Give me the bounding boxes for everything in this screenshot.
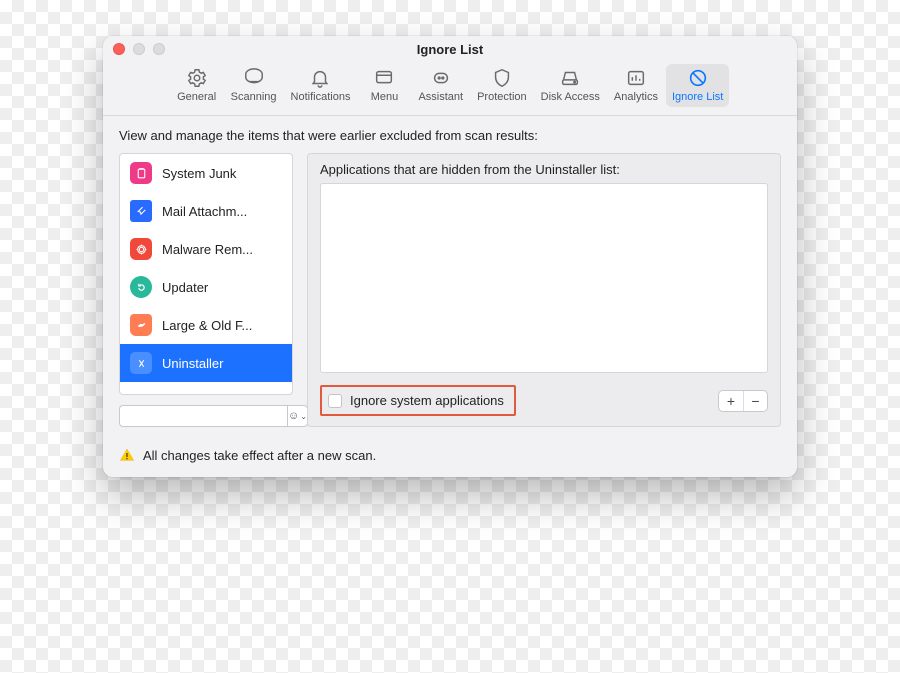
minimize-window-button[interactable]	[133, 43, 145, 55]
system-junk-icon	[130, 162, 152, 184]
preferences-tabs: General Scanning Notifications Menu Assi	[103, 62, 797, 116]
minus-icon: −	[751, 393, 759, 409]
tab-label: Scanning	[231, 91, 277, 103]
prohibit-icon	[687, 68, 709, 88]
bell-icon	[309, 68, 331, 88]
zoom-window-button[interactable]	[153, 43, 165, 55]
titlebar: Ignore List	[103, 36, 797, 62]
tab-label: Ignore List	[672, 91, 723, 103]
tab-label: General	[177, 91, 216, 103]
panes: System Junk Mail Attachm... Malware Rem.…	[119, 153, 781, 427]
sidebar-item-label: Large & Old F...	[162, 318, 252, 333]
tab-label: Assistant	[418, 91, 463, 103]
filter-input[interactable]	[119, 405, 287, 427]
sidebar-item-uninstaller[interactable]: Uninstaller	[120, 344, 292, 382]
tab-disk-access[interactable]: Disk Access	[535, 64, 606, 107]
sidebar: System Junk Mail Attachm... Malware Rem.…	[119, 153, 293, 427]
window-controls	[113, 43, 165, 55]
menu-icon	[373, 68, 395, 88]
tab-assistant[interactable]: Assistant	[412, 64, 469, 107]
sidebar-item-label: Updater	[162, 280, 208, 295]
tab-protection[interactable]: Protection	[471, 64, 533, 107]
tab-label: Analytics	[614, 91, 658, 103]
updater-icon	[130, 276, 152, 298]
main-panel: Applications that are hidden from the Un…	[307, 153, 781, 427]
smiley-icon: ☺	[288, 410, 299, 422]
add-button[interactable]: +	[719, 391, 743, 411]
footer-text: All changes take effect after a new scan…	[143, 448, 376, 463]
content-area: View and manage the items that were earl…	[103, 116, 797, 437]
preferences-window: Ignore List General Scanning Notificatio…	[103, 36, 797, 477]
sidebar-item-malware-removal[interactable]: Malware Rem...	[120, 230, 292, 268]
remove-button[interactable]: −	[743, 391, 767, 411]
add-remove-group: + −	[718, 390, 768, 412]
tab-label: Protection	[477, 91, 527, 103]
excluded-apps-list[interactable]	[320, 183, 768, 373]
panel-footer: Ignore system applications + −	[320, 385, 768, 416]
ignore-system-apps-checkbox[interactable]	[328, 394, 342, 408]
tab-notifications[interactable]: Notifications	[285, 64, 357, 107]
sidebar-item-label: Malware Rem...	[162, 242, 253, 257]
tab-label: Disk Access	[541, 91, 600, 103]
uninstaller-icon	[130, 352, 152, 374]
folder-icon	[130, 314, 152, 336]
main-heading: Applications that are hidden from the Un…	[320, 162, 768, 177]
disk-icon	[559, 68, 581, 88]
footer: All changes take effect after a new scan…	[103, 437, 797, 477]
sidebar-item-label: Mail Attachm...	[162, 204, 247, 219]
sidebar-item-label: System Junk	[162, 166, 236, 181]
monitor-icon	[243, 68, 265, 88]
sidebar-item-system-junk[interactable]: System Junk	[120, 154, 292, 192]
filter-row: ☺ ⌄	[119, 405, 293, 427]
window-title: Ignore List	[103, 42, 797, 57]
plus-icon: +	[727, 393, 735, 409]
ignore-system-apps-highlight: Ignore system applications	[320, 385, 516, 416]
assistant-icon	[430, 68, 452, 88]
shield-icon	[491, 68, 513, 88]
tab-label: Notifications	[291, 91, 351, 103]
checkbox-label: Ignore system applications	[350, 393, 504, 408]
chart-icon	[625, 68, 647, 88]
malware-icon	[130, 238, 152, 260]
gear-icon	[186, 68, 208, 88]
tab-menu[interactable]: Menu	[358, 64, 410, 107]
tab-general[interactable]: General	[171, 64, 223, 107]
sidebar-item-label: Uninstaller	[162, 356, 223, 371]
chevron-down-icon: ⌄	[300, 412, 307, 421]
tab-ignore-list[interactable]: Ignore List	[666, 64, 729, 107]
tab-analytics[interactable]: Analytics	[608, 64, 664, 107]
filter-dropdown-button[interactable]: ☺ ⌄	[287, 405, 308, 427]
category-list: System Junk Mail Attachm... Malware Rem.…	[119, 153, 293, 395]
warning-icon	[119, 447, 135, 463]
tab-scanning[interactable]: Scanning	[225, 64, 283, 107]
sidebar-item-updater[interactable]: Updater	[120, 268, 292, 306]
tab-label: Menu	[371, 91, 399, 103]
sidebar-item-large-old-files[interactable]: Large & Old F...	[120, 306, 292, 344]
instructions-text: View and manage the items that were earl…	[119, 128, 781, 143]
close-window-button[interactable]	[113, 43, 125, 55]
mail-icon	[130, 200, 152, 222]
sidebar-item-mail-attachments[interactable]: Mail Attachm...	[120, 192, 292, 230]
